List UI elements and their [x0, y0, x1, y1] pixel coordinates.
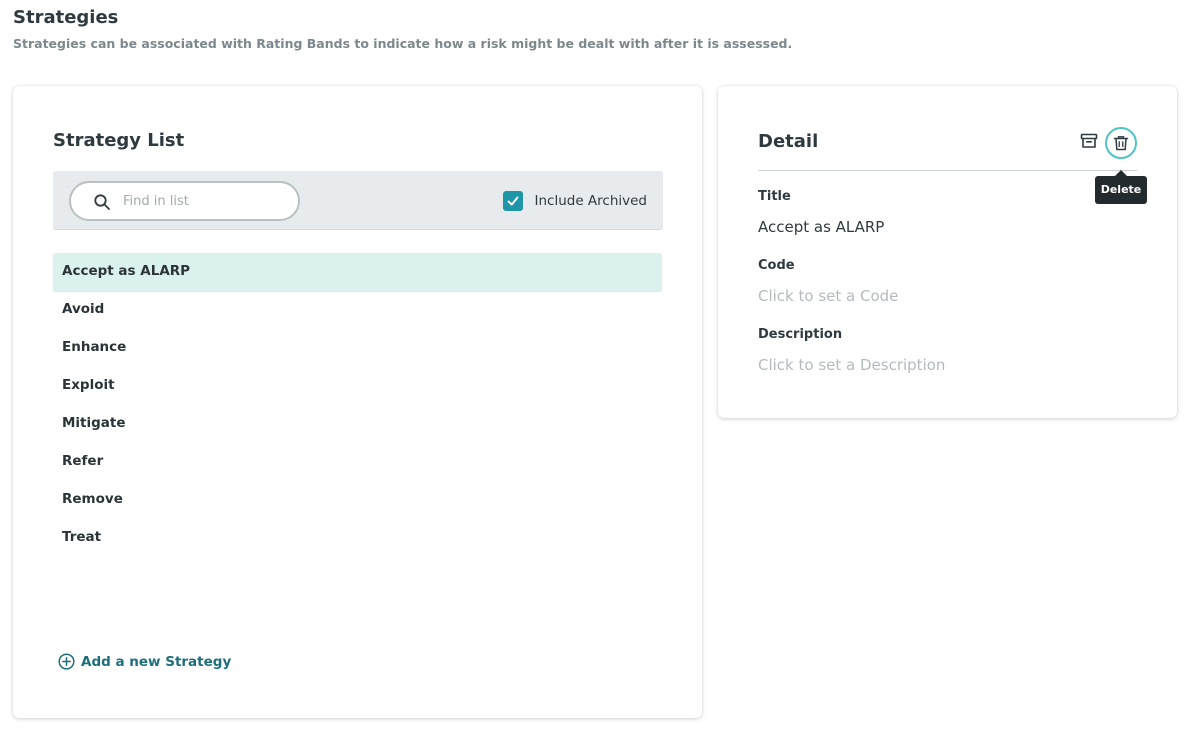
tooltip-text: Delete — [1095, 176, 1147, 204]
plus-circle-icon — [58, 653, 75, 670]
list-item[interactable]: Mitigate — [53, 405, 662, 443]
list-item[interactable]: Avoid — [53, 291, 662, 329]
description-field-value[interactable]: Click to set a Description — [758, 356, 945, 374]
strategies-page: Strategies Strategies can be associated … — [0, 0, 1186, 736]
title-field-label: Title — [758, 189, 791, 204]
page-title: Strategies — [13, 7, 119, 28]
page-subtitle: Strategies can be associated with Rating… — [13, 36, 793, 51]
detail-title: Detail — [758, 131, 819, 152]
list-item[interactable]: Refer — [53, 443, 662, 481]
detail-card: Detail Delete Title Accept as ALARP Code… — [718, 86, 1177, 418]
list-item[interactable]: Enhance — [53, 329, 662, 367]
search-icon — [94, 194, 110, 210]
list-item[interactable]: Exploit — [53, 367, 662, 405]
detail-divider — [758, 170, 1137, 171]
delete-tooltip: Delete — [1095, 170, 1147, 204]
strategy-list: Accept as ALARP Avoid Enhance Exploit Mi… — [53, 253, 662, 557]
description-field-label: Description — [758, 327, 843, 342]
archive-icon[interactable] — [1080, 132, 1098, 150]
code-field-value[interactable]: Click to set a Code — [758, 287, 898, 305]
include-archived-toggle[interactable]: Include Archived — [503, 190, 647, 211]
trash-icon — [1113, 136, 1129, 151]
strategy-list-title: Strategy List — [53, 130, 185, 151]
search-input[interactable] — [123, 190, 283, 212]
list-toolbar: Include Archived — [53, 171, 663, 230]
list-item[interactable]: Accept as ALARP — [53, 253, 662, 291]
strategy-list-card: Strategy List Include Archived Accept — [13, 86, 702, 718]
checkmark-icon — [508, 196, 519, 205]
include-archived-checkbox[interactable] — [503, 190, 524, 211]
list-item[interactable]: Remove — [53, 481, 662, 519]
include-archived-label: Include Archived — [534, 192, 647, 209]
list-item[interactable]: Treat — [53, 519, 662, 557]
add-strategy-label: Add a new Strategy — [81, 653, 232, 670]
delete-button[interactable] — [1105, 127, 1137, 159]
code-field-label: Code — [758, 258, 795, 273]
title-field-value[interactable]: Accept as ALARP — [758, 218, 884, 236]
add-strategy-button[interactable]: Add a new Strategy — [58, 653, 231, 670]
search-field[interactable] — [69, 181, 300, 221]
